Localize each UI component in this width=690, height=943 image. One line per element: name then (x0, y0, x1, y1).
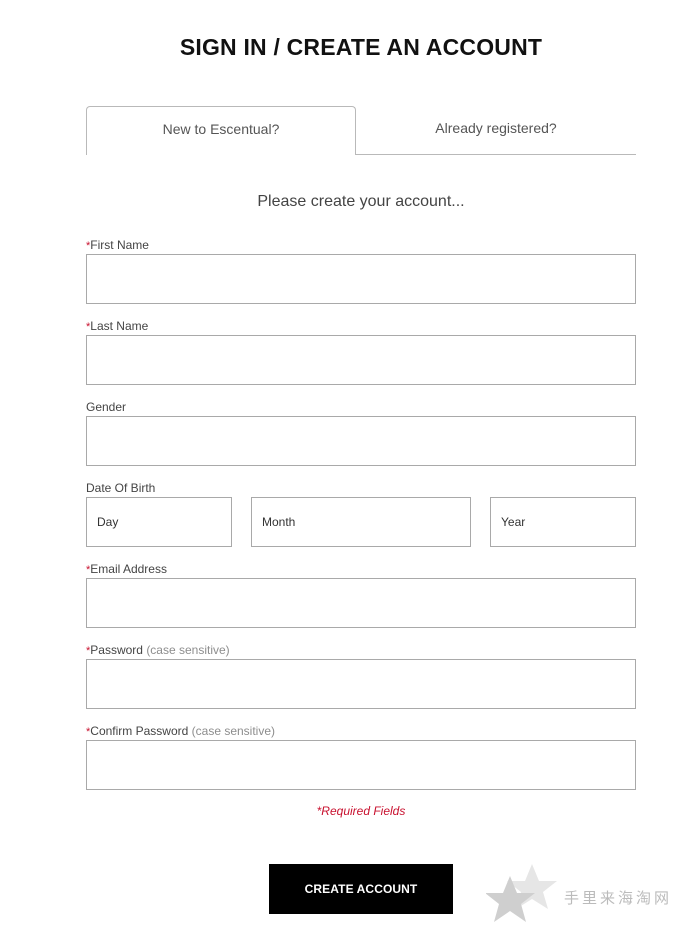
email-label: *Email Address (86, 562, 167, 576)
first-name-input[interactable] (86, 254, 636, 304)
tab-already-registered[interactable]: Already registered? (356, 106, 636, 155)
dob-month-select[interactable]: Month (251, 497, 471, 547)
required-fields-note: *Required Fields (316, 804, 406, 818)
star-icon (485, 864, 557, 922)
first-name-label: *First Name (86, 238, 149, 252)
form-subtitle: Please create your account... (257, 193, 465, 210)
confirm-password-hint: (case sensitive) (191, 724, 276, 738)
confirm-password-label: *Confirm Password (case sensitive) (86, 724, 276, 738)
account-tabs: New to Escentual? Already registered? (86, 106, 636, 155)
password-hint: (case sensitive) (146, 643, 230, 657)
watermark-text: 手里来海淘网 (564, 889, 673, 907)
page-title: SIGN IN / CREATE AN ACCOUNT (179, 34, 543, 60)
dob-day-select[interactable]: Day (86, 497, 232, 547)
last-name-input[interactable] (86, 335, 636, 385)
password-label: *Password (case sensitive) (86, 643, 230, 657)
last-name-label: *Last Name (86, 319, 149, 333)
tab-new-customer[interactable]: New to Escentual? (86, 106, 356, 155)
confirm-password-input[interactable] (86, 740, 636, 790)
watermark: 手里来海淘网 (485, 862, 686, 932)
password-input[interactable] (86, 659, 636, 709)
create-account-button[interactable]: CREATE ACCOUNT (269, 864, 453, 914)
gender-select[interactable] (86, 416, 636, 466)
gender-label: Gender (86, 400, 127, 414)
dob-year-select[interactable]: Year (490, 497, 636, 547)
dob-label: Date Of Birth (86, 481, 156, 495)
email-input[interactable] (86, 578, 636, 628)
